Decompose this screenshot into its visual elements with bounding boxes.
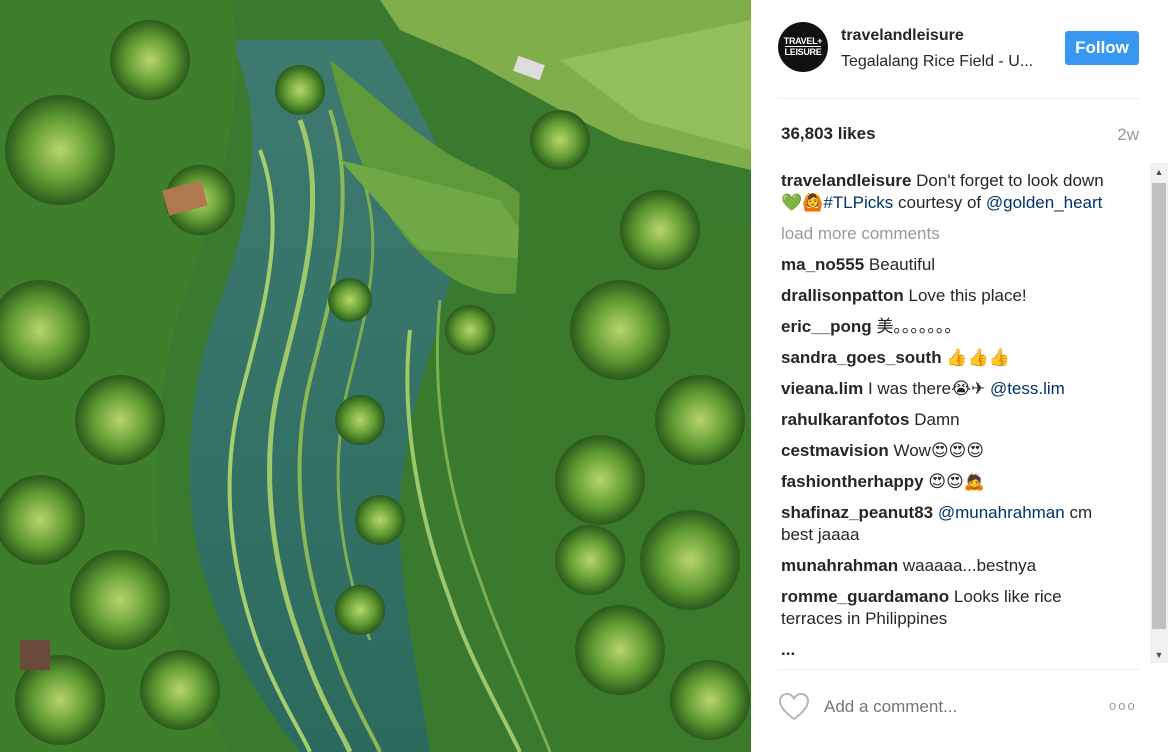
comment: ...: [781, 639, 1126, 661]
comment-mention[interactable]: @munahrahman: [938, 503, 1065, 522]
post-username[interactable]: travelandleisure: [841, 27, 964, 45]
comment-username[interactable]: rahulkaranfotos: [781, 410, 909, 429]
load-more-comments[interactable]: load more comments: [781, 223, 1126, 245]
comment: cestmavision Wow😍😍😍: [781, 440, 1126, 462]
avatar[interactable]: TRAVEL+ LEISURE: [778, 22, 828, 72]
comment-text: I was there😭✈: [867, 379, 986, 398]
heart-icon[interactable]: [779, 693, 809, 721]
caption-mention[interactable]: @golden_heart: [986, 193, 1103, 212]
caption-emoji-person: 🙆: [802, 193, 824, 213]
caption-username[interactable]: travelandleisure: [781, 171, 911, 190]
comment-username[interactable]: shafinaz_peanut83: [781, 503, 933, 522]
avatar-text-bottom: LEISURE: [784, 46, 822, 57]
comment-username[interactable]: drallisonpatton: [781, 286, 904, 305]
comment-username[interactable]: munahrahman: [781, 556, 898, 575]
caption-text-2: courtesy of: [898, 193, 982, 212]
comment: munahrahman waaaaa...bestnya: [781, 555, 1126, 577]
comment-text: 👍👍👍: [946, 348, 1010, 368]
comment-username[interactable]: fashiontherhappy: [781, 472, 924, 491]
comment-username[interactable]: sandra_goes_south: [781, 348, 942, 367]
follow-button[interactable]: Follow: [1065, 31, 1139, 65]
post-header: TRAVEL+ LEISURE travelandleisure Tegalal…: [778, 22, 1140, 99]
comment-text: Beautiful: [868, 255, 936, 274]
comment-username[interactable]: ...: [781, 640, 795, 659]
add-comment-input[interactable]: [824, 697, 1104, 717]
comments-list: travelandleisure Don't forget to look do…: [781, 170, 1126, 666]
comment-text: Wow😍😍😍: [893, 441, 985, 460]
caption-text: Don't forget to look down: [916, 171, 1104, 190]
comment-text: Love this place!: [908, 286, 1027, 305]
caption-emoji-heart: 💚: [781, 193, 803, 213]
comment: vieana.lim I was there😭✈ @tess.lim: [781, 378, 1126, 400]
post-time[interactable]: 2w: [1117, 125, 1139, 145]
more-options-icon[interactable]: ooo: [1109, 698, 1137, 713]
post-photo[interactable]: [0, 0, 751, 752]
comment-mention[interactable]: @tess.lim: [990, 379, 1065, 398]
rice-terrace-image: [0, 0, 751, 752]
comment-username[interactable]: vieana.lim: [781, 379, 863, 398]
comment-username[interactable]: eric__pong: [781, 317, 872, 336]
scroll-up-arrow-icon[interactable]: ▲: [1150, 163, 1168, 180]
divider: [778, 669, 1140, 670]
comment: ma_no555 Beautiful: [781, 254, 1126, 276]
comment-username[interactable]: cestmavision: [781, 441, 889, 460]
caption-hashtag[interactable]: #TLPicks: [823, 193, 893, 212]
comment-text: 😍😍🙇: [928, 472, 985, 492]
post-location[interactable]: Tegalalang Rice Field - U...: [841, 53, 1051, 71]
comment-username[interactable]: romme_guardamano: [781, 587, 949, 606]
post-side-panel: TRAVEL+ LEISURE travelandleisure Tegalal…: [751, 0, 1168, 752]
comment: fashiontherhappy 😍😍🙇: [781, 471, 1126, 493]
comment: eric__pong 美。。。。。。。: [781, 316, 1126, 338]
scroll-down-arrow-icon[interactable]: ▼: [1150, 646, 1168, 663]
likes-count[interactable]: 36,803 likes: [781, 124, 876, 144]
comment: shafinaz_peanut83 @munahrahman cm best j…: [781, 502, 1126, 546]
comment: romme_guardamano Looks like rice terrace…: [781, 586, 1126, 630]
comment: drallisonpatton Love this place!: [781, 285, 1126, 307]
caption: travelandleisure Don't forget to look do…: [781, 170, 1126, 214]
comments-scrollbar[interactable]: ▲ ▼: [1150, 163, 1168, 663]
comment-username[interactable]: ma_no555: [781, 255, 864, 274]
comment-text: Damn: [914, 410, 960, 429]
comment: rahulkaranfotos Damn: [781, 409, 1126, 431]
comment-text: waaaaa...bestnya: [902, 556, 1037, 575]
scrollbar-thumb[interactable]: [1152, 183, 1166, 629]
avatar-text-top: TRAVEL+: [783, 36, 823, 46]
comment-text: 美。。。。。。。: [876, 317, 962, 336]
comment: sandra_goes_south 👍👍👍: [781, 347, 1126, 369]
